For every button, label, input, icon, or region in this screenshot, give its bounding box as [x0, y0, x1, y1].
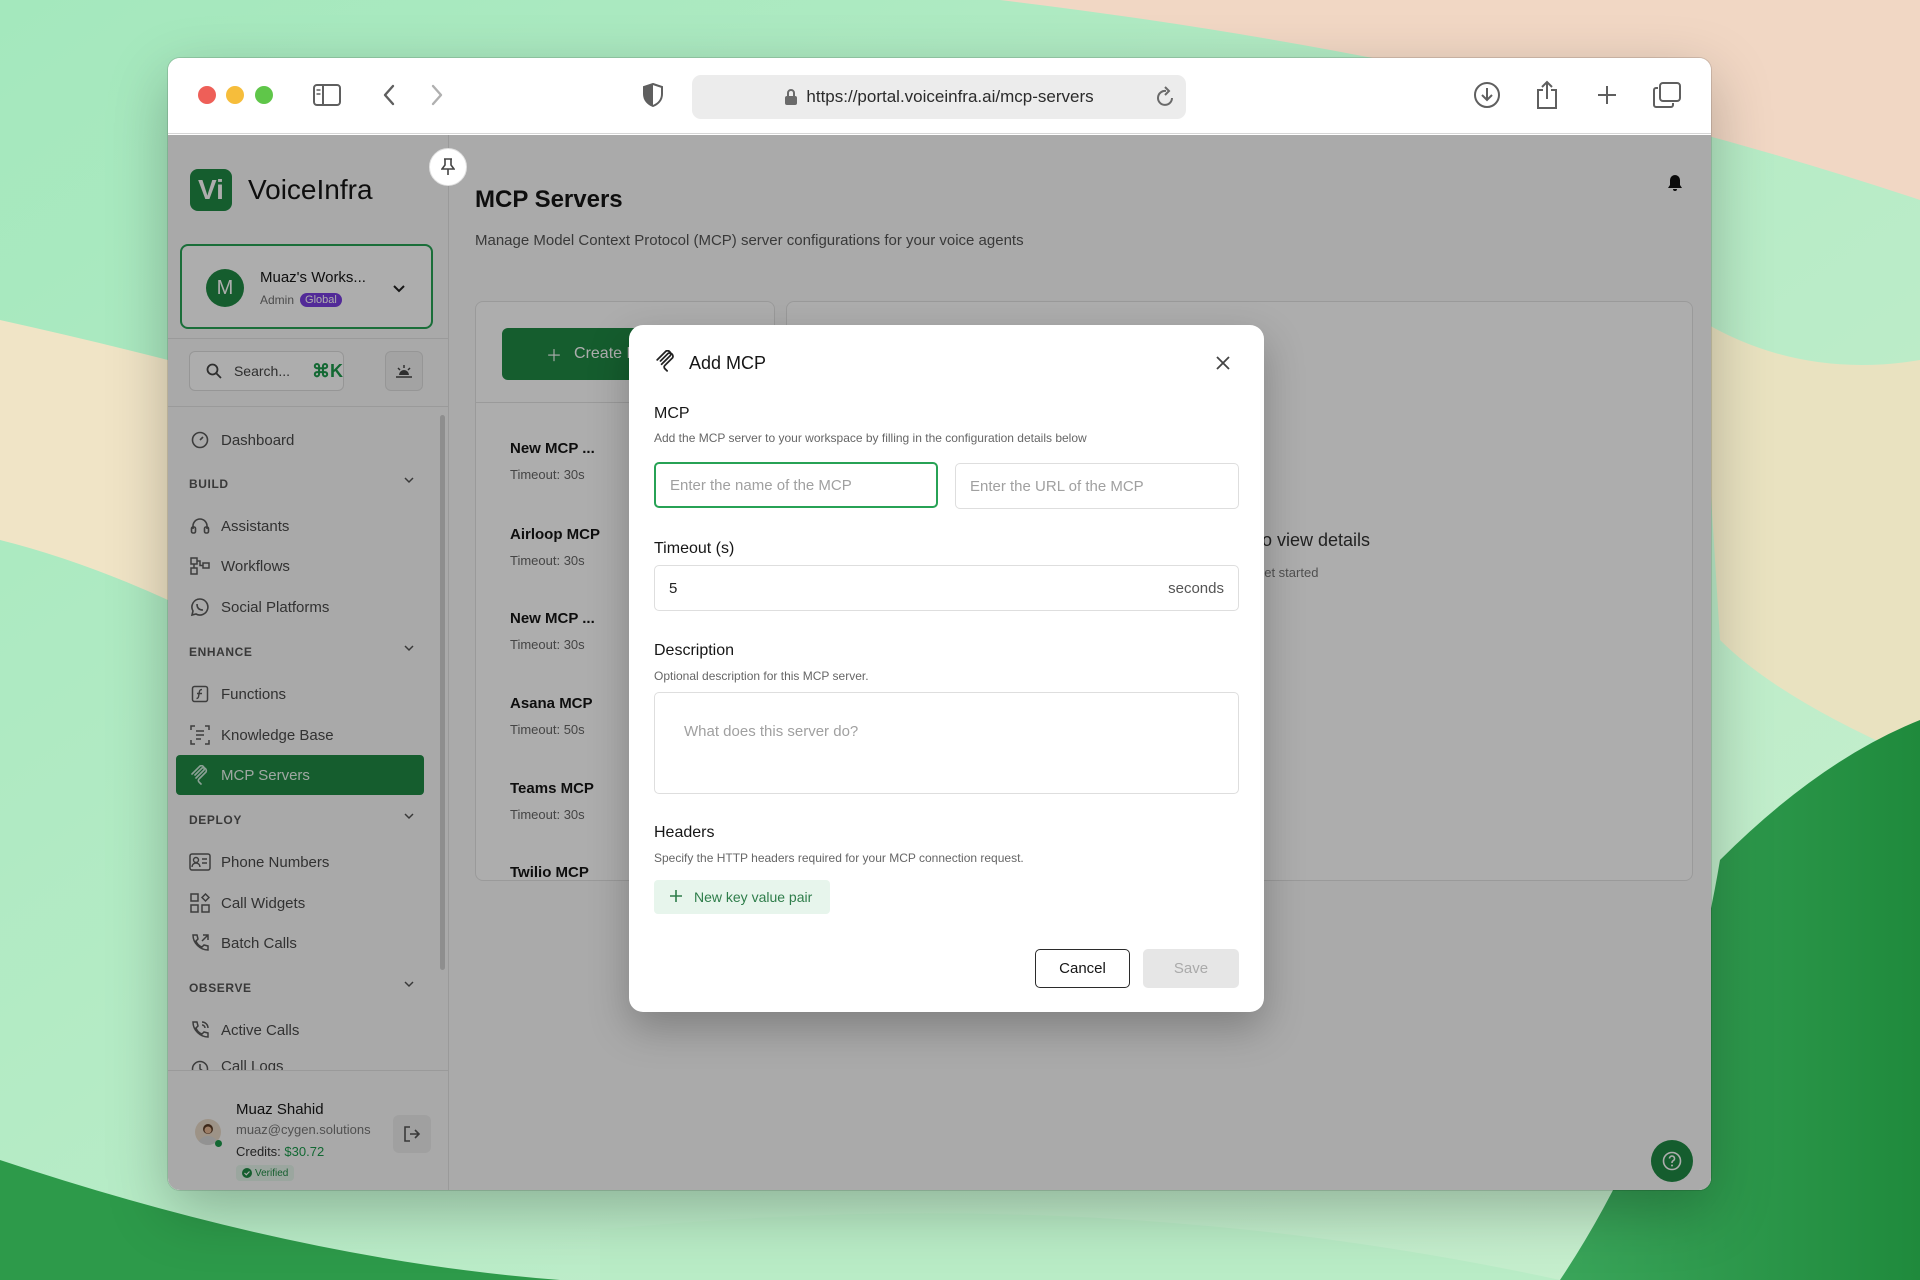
add-pair-label: New key value pair	[694, 889, 813, 905]
headers-help: Specify the HTTP headers required for yo…	[654, 851, 1024, 865]
mcp-section-help: Add the MCP server to your workspace by …	[654, 431, 1087, 445]
dialog-title-text: Add MCP	[689, 353, 767, 373]
close-icon	[1216, 356, 1230, 370]
minimize-window-button[interactable]	[226, 86, 244, 104]
description-field[interactable]	[654, 692, 1239, 794]
tab-overview-icon[interactable]	[1650, 78, 1684, 112]
address-bar[interactable]: https://portal.voiceinfra.ai/mcp-servers	[692, 75, 1186, 119]
timeout-unit: seconds	[1168, 580, 1224, 597]
mcp-name-field[interactable]	[654, 462, 938, 508]
timeout-field[interactable]	[654, 565, 1239, 611]
add-key-value-pair-button[interactable]: New key value pair	[654, 880, 830, 914]
add-mcp-dialog: Add MCP MCP Add the MCP server to your w…	[629, 325, 1264, 1012]
forward-arrow-icon[interactable]	[420, 78, 454, 112]
plus-icon	[670, 889, 682, 905]
cancel-button[interactable]: Cancel	[1035, 949, 1130, 988]
browser-toolbar: https://portal.voiceinfra.ai/mcp-servers	[168, 58, 1711, 134]
pin-icon	[441, 158, 455, 175]
lock-icon	[785, 89, 798, 105]
url-text: https://portal.voiceinfra.ai/mcp-servers	[806, 87, 1094, 106]
share-icon[interactable]	[1530, 78, 1564, 112]
mcp-section-label: MCP	[654, 405, 690, 422]
mcp-url-field[interactable]	[955, 463, 1239, 509]
headers-label: Headers	[654, 824, 715, 841]
privacy-shield-icon[interactable]	[636, 78, 670, 112]
pin-sidebar-button[interactable]	[429, 148, 467, 186]
close-dialog-button[interactable]	[1212, 352, 1234, 374]
dialog-title: Add MCP	[655, 349, 767, 377]
save-button[interactable]: Save	[1143, 949, 1239, 988]
reload-icon[interactable]	[1156, 86, 1176, 108]
mcp-icon	[655, 349, 677, 377]
sidebar-toggle-icon[interactable]	[310, 78, 344, 112]
back-arrow-icon[interactable]	[372, 78, 406, 112]
description-label: Description	[654, 642, 735, 659]
new-tab-icon[interactable]	[1590, 78, 1624, 112]
timeout-label: Timeout (s)	[654, 540, 735, 557]
download-icon[interactable]	[1470, 78, 1504, 112]
zoom-window-button[interactable]	[255, 86, 273, 104]
description-help: Optional description for this MCP server…	[654, 669, 869, 683]
close-window-button[interactable]	[198, 86, 216, 104]
